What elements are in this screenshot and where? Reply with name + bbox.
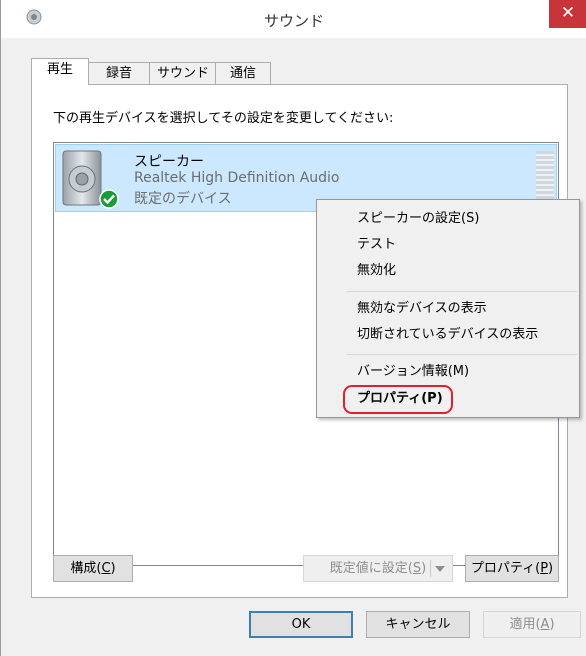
tab-sounds[interactable]: サウンド xyxy=(149,62,217,84)
instruction-text: 下の再生デバイスを選択してその設定を変更してください: xyxy=(53,111,394,126)
default-check-icon xyxy=(99,189,119,209)
chevron-down-icon[interactable] xyxy=(435,566,445,572)
sound-dialog: サウンド ✕ 再生 録音 サウンド 通信 下の再生デバイスを選択してその設定を変… xyxy=(0,0,586,656)
tab-recording[interactable]: 録音 xyxy=(87,62,151,84)
tab-playback[interactable]: 再生 xyxy=(31,58,89,85)
menu-item-speaker-setup[interactable]: スピーカーの設定(S) xyxy=(357,209,479,229)
menu-item-show-disconnected[interactable]: 切断されているデバイスの表示 xyxy=(357,325,538,345)
device-driver: Realtek High Definition Audio xyxy=(134,170,340,186)
menu-item-test[interactable]: テスト xyxy=(357,235,396,255)
menu-separator xyxy=(347,354,577,355)
menu-item-show-disabled[interactable]: 無効なデバイスの表示 xyxy=(357,299,487,319)
device-status: 既定のデバイス xyxy=(134,191,232,207)
menu-item-about[interactable]: バージョン情報(M) xyxy=(357,362,469,382)
device-name: スピーカー xyxy=(134,154,204,170)
split-divider xyxy=(430,560,431,577)
cancel-button[interactable]: キャンセル xyxy=(366,611,470,638)
highlight-ring xyxy=(343,385,453,414)
window-title: サウンド xyxy=(263,12,324,30)
menu-separator xyxy=(347,291,577,292)
close-button[interactable]: ✕ xyxy=(549,0,586,28)
properties-button[interactable]: プロパティ(P) xyxy=(465,555,559,582)
set-default-button[interactable]: 既定値に設定(S) xyxy=(303,555,453,582)
volume-level-meter xyxy=(536,151,554,205)
title-bar: サウンド ✕ xyxy=(1,0,586,38)
apply-button[interactable]: 適用(A) xyxy=(483,611,581,638)
close-icon: ✕ xyxy=(560,3,576,23)
tab-communications[interactable]: 通信 xyxy=(215,62,271,84)
configure-button[interactable]: 構成(C) xyxy=(53,555,133,582)
ok-button[interactable]: OK xyxy=(249,611,353,638)
menu-item-disable[interactable]: 無効化 xyxy=(357,261,396,281)
